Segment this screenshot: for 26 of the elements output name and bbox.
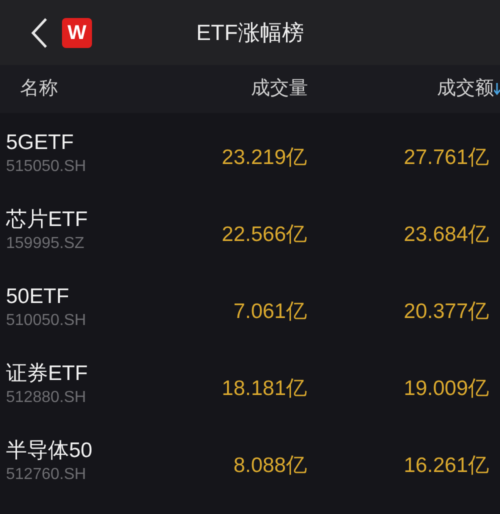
fund-name: 50ETF: [6, 284, 70, 310]
fund-code: 515050.SH: [6, 157, 88, 177]
column-header[interactable]: 名称: [20, 78, 58, 99]
amount-value: 16.261亿: [404, 454, 489, 477]
fund-code: 159995.SZ: [6, 234, 86, 254]
amount-value: 23.684亿: [404, 223, 489, 246]
amount-value: 27.761亿: [404, 146, 489, 169]
fund-code: 512760.SH: [6, 465, 88, 485]
fund-code: 510050.SH: [6, 311, 88, 331]
fund-name: 半导体50: [6, 438, 94, 464]
app-logo[interactable]: W: [62, 18, 92, 48]
volume-value: 23.219亿: [222, 146, 307, 169]
volume-value: 7.061亿: [233, 300, 307, 323]
amount-value: 19.009亿: [404, 377, 489, 400]
amount-value: 20.377亿: [404, 300, 489, 323]
column-header[interactable]: 成交量: [251, 78, 308, 99]
fund-name: 芯片ETF: [6, 207, 89, 233]
page-title: ETF涨幅榜: [196, 19, 304, 47]
volume-value: 8.088亿: [233, 454, 307, 477]
fund-code: 512880.SH: [6, 388, 88, 408]
volume-value: 18.181亿: [222, 377, 307, 400]
fund-name: 证券ETF: [6, 361, 89, 387]
volume-value: 22.566亿: [222, 223, 307, 246]
column-header[interactable]: 成交额: [437, 74, 494, 104]
sort-arrow-icon[interactable]: [494, 83, 500, 95]
fund-name: 5GETF: [6, 130, 75, 156]
